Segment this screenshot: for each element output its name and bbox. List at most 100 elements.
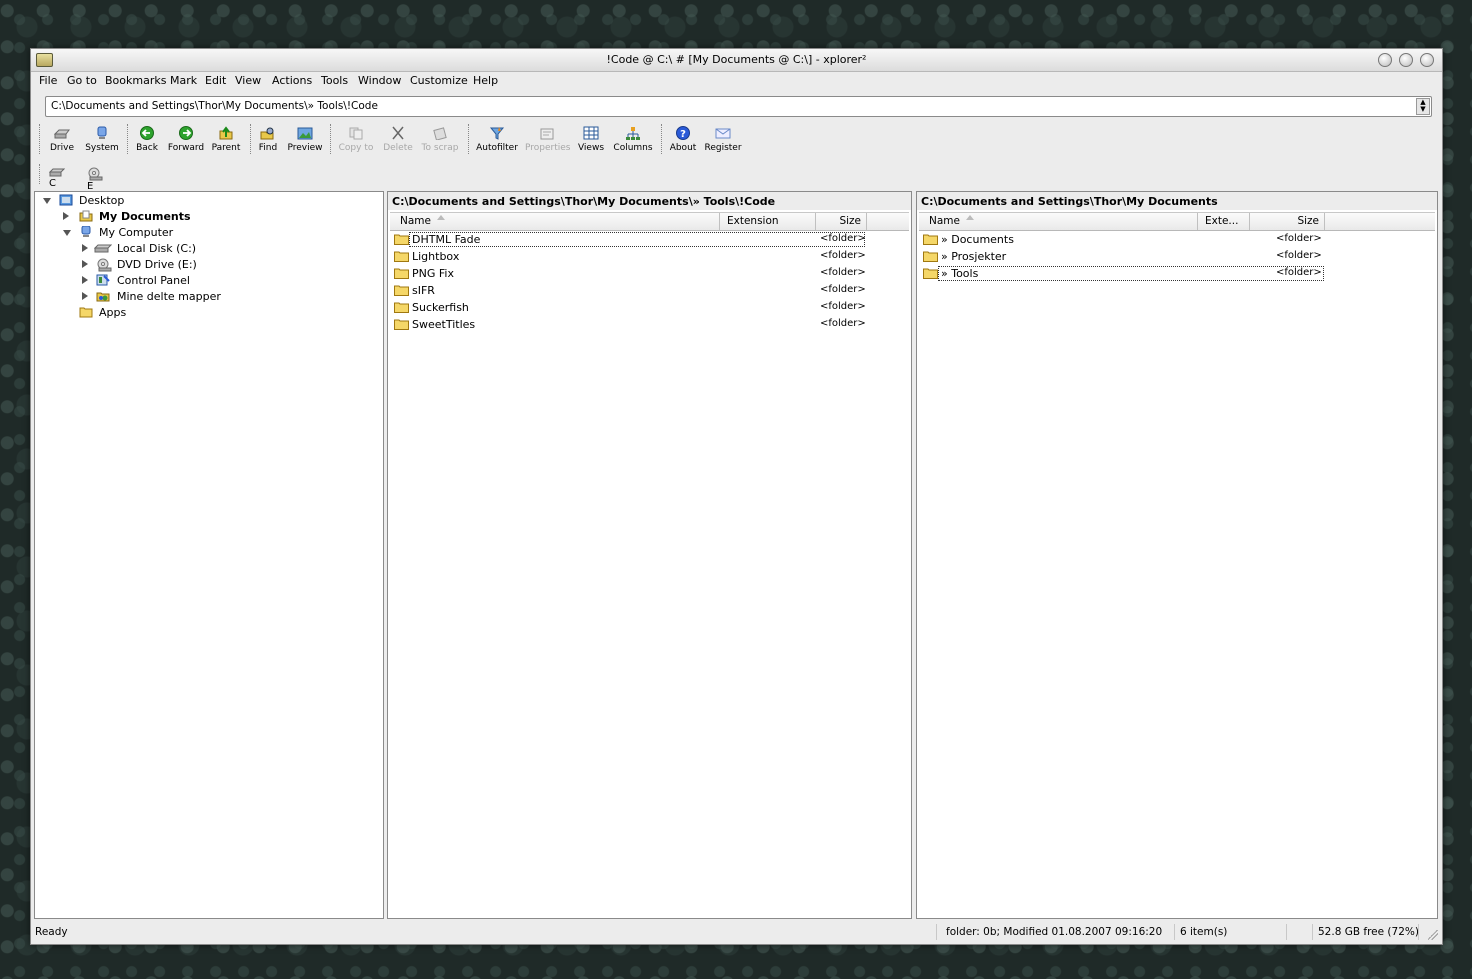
menu-help[interactable]: Help (473, 74, 498, 87)
system-icon (97, 126, 107, 139)
toolbar-label: Drive (50, 143, 74, 153)
preview-icon (297, 127, 313, 140)
toolbar-views-button[interactable]: Views (576, 122, 606, 158)
toolbar-system-button[interactable]: System (83, 122, 121, 158)
toolbar-parent-button[interactable]: Parent (211, 122, 241, 158)
column-extension[interactable]: Extension (720, 213, 816, 230)
menu-goto[interactable]: Go to (67, 74, 97, 87)
folder-icon (394, 302, 409, 313)
app-window: !Code @ C:\ # [My Documents @ C:\] - xpl… (30, 48, 1443, 945)
title-bar[interactable]: !Code @ C:\ # [My Documents @ C:\] - xpl… (31, 49, 1442, 72)
column-size[interactable]: Size (1250, 213, 1325, 230)
menu-bookmarks[interactable]: Bookmarks (105, 74, 166, 87)
menu-actions[interactable]: Actions (272, 74, 312, 87)
toolbar-find-button[interactable]: Find (256, 122, 280, 158)
toolbar-preview-button[interactable]: Preview (287, 122, 323, 158)
views-icon (583, 126, 599, 140)
toolbar-separator (127, 124, 129, 154)
find-icon (260, 127, 274, 140)
expand-icon[interactable] (82, 260, 88, 268)
menu-tools[interactable]: Tools (321, 74, 348, 87)
toolbar-columns-button[interactable]: Columns (613, 122, 653, 158)
list-item-name: sIFR (412, 284, 435, 297)
list-item-name: » Documents (941, 233, 1014, 246)
resize-grip-icon[interactable] (1428, 930, 1438, 940)
drivebar-separator (39, 164, 41, 184)
toolbar-drive-button[interactable]: Drive (47, 122, 77, 158)
toolbar-about-button[interactable]: ? About (669, 122, 697, 158)
list-item[interactable]: SweetTitles <folder> (390, 317, 866, 334)
address-history-button[interactable]: ▲ ▼ (1416, 98, 1430, 115)
menu-file[interactable]: File (39, 74, 57, 87)
minimize-button[interactable] (1378, 53, 1392, 67)
toolbar-autofilter-button[interactable]: Autofilter (475, 122, 519, 158)
maximize-button[interactable] (1399, 53, 1413, 67)
list-item[interactable]: » Documents <folder> (919, 232, 1324, 249)
address-value: C:\Documents and Settings\Thor\My Docume… (51, 100, 378, 112)
folder-tree[interactable]: Desktop My Documents My Computer Local D… (34, 191, 384, 919)
menu-view[interactable]: View (235, 74, 261, 87)
list-item-name: » Tools (938, 266, 1324, 281)
list-item-name: DHTML Fade (409, 232, 865, 247)
expand-icon[interactable] (82, 244, 88, 252)
column-extension-label: Exte... (1205, 215, 1239, 227)
folder-icon (394, 251, 409, 262)
collapse-icon[interactable] (63, 230, 71, 236)
status-item-count: 6 item(s) (1180, 926, 1228, 938)
close-button[interactable] (1420, 53, 1434, 67)
tree-item-label: Apps (99, 306, 127, 319)
list-item[interactable]: PNG Fix <folder> (390, 266, 866, 283)
left-file-pane[interactable]: C:\Documents and Settings\Thor\My Docume… (387, 191, 912, 919)
menu-mark[interactable]: Mark (170, 74, 197, 87)
toolbar-label: About (669, 143, 697, 153)
list-item[interactable]: sIFR <folder> (390, 283, 866, 300)
expand-icon[interactable] (82, 276, 88, 284)
list-item[interactable]: » Tools <folder> (919, 266, 1324, 283)
list-item-name: SweetTitles (412, 318, 476, 331)
column-size[interactable]: Size (816, 213, 867, 230)
list-item[interactable]: Suckerfish <folder> (390, 300, 866, 317)
column-extension-label: Extension (727, 215, 779, 227)
list-item-name: PNG Fix (412, 267, 454, 280)
menu-customize[interactable]: Customize (410, 74, 468, 87)
tree-item-label: Mine delte mapper (117, 290, 221, 303)
toolbar-delete-button[interactable]: Delete (383, 122, 413, 158)
drive-c-button[interactable]: C (48, 167, 66, 189)
parent-icon (219, 126, 233, 140)
toolbar-copy-to-button[interactable]: Copy to (337, 122, 375, 158)
tree-item-label: Local Disk (C:) (117, 242, 197, 255)
tree-item-label: My Computer (99, 226, 174, 239)
toolbar-properties-button[interactable]: Properties (525, 122, 570, 158)
drive-icon (54, 129, 70, 139)
control-panel-icon (96, 274, 110, 286)
status-selection-info: folder: 0b; Modified 01.08.2007 09:16:20 (946, 926, 1163, 938)
list-item[interactable]: DHTML Fade <folder> (390, 232, 866, 249)
list-item-size: <folder> (1276, 233, 1322, 244)
toolbar-register-button[interactable]: Register (703, 122, 743, 158)
column-extension[interactable]: Exte... (1198, 213, 1250, 230)
status-free-space: 52.8 GB free (72%) (1318, 926, 1419, 938)
menu-edit[interactable]: Edit (205, 74, 226, 87)
toolbar-forward-button[interactable]: Forward (167, 122, 205, 158)
delete-icon (392, 126, 404, 140)
menu-window[interactable]: Window (358, 74, 401, 87)
list-item-size: <folder> (1276, 250, 1322, 261)
toolbar-to-scrap-button[interactable]: To scrap (419, 122, 461, 158)
toolbar-back-button[interactable]: Back (135, 122, 159, 158)
left-pane-path-text: C:\Documents and Settings\Thor\My Docume… (392, 195, 776, 208)
list-item[interactable]: » Prosjekter <folder> (919, 249, 1324, 266)
right-file-pane[interactable]: C:\Documents and Settings\Thor\My Docume… (916, 191, 1438, 919)
drive-e-button[interactable]: E (87, 167, 103, 192)
folder-icon (923, 234, 938, 245)
collapse-icon[interactable] (43, 198, 51, 204)
expand-icon[interactable] (63, 212, 69, 220)
address-bar[interactable]: C:\Documents and Settings\Thor\My Docume… (45, 96, 1432, 117)
left-column-header: Name Extension Size (390, 212, 909, 231)
list-item[interactable]: Lightbox <folder> (390, 249, 866, 266)
expand-icon[interactable] (82, 292, 88, 300)
toolbar-label: Register (704, 143, 742, 153)
tree-item-label: Desktop (79, 194, 125, 207)
column-name[interactable]: Name (919, 213, 1198, 230)
column-name[interactable]: Name (390, 213, 720, 230)
toolbar-label: To scrap (421, 143, 459, 153)
